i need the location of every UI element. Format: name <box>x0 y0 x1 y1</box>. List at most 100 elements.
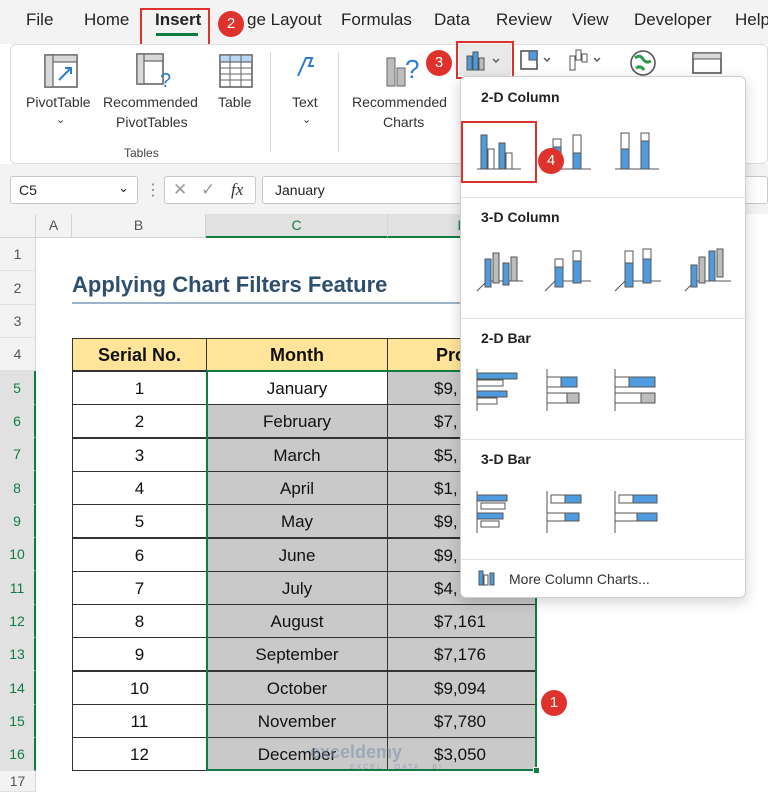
month-cell[interactable]: May <box>206 504 388 539</box>
row-header[interactable]: 1 <box>0 238 36 271</box>
clustered-bar-icon[interactable] <box>475 367 525 413</box>
month-cell[interactable]: April <box>206 470 388 505</box>
row-header[interactable]: 12 <box>0 605 36 638</box>
row-header[interactable]: 16 <box>0 738 36 771</box>
month-cell[interactable]: February <box>206 404 388 439</box>
month-cell[interactable]: October <box>206 670 388 705</box>
row-header[interactable]: 11 <box>0 571 36 605</box>
recommended-charts-icon[interactable]: ? <box>383 48 427 90</box>
recommended-pivot-label-2[interactable]: PivotTables <box>116 112 188 132</box>
row-header[interactable]: 14 <box>0 671 36 705</box>
serial-cell[interactable]: 12 <box>72 737 207 772</box>
svg-text:?: ? <box>160 70 171 90</box>
fill-handle[interactable] <box>533 767 540 774</box>
name-box-chevron-icon[interactable]: ⌄ <box>118 180 129 196</box>
stacked-bar-icon[interactable] <box>545 367 595 413</box>
3d-stacked-100-column-icon[interactable] <box>613 245 663 295</box>
serial-cell[interactable]: 11 <box>72 704 207 738</box>
month-cell[interactable]: August <box>206 604 388 639</box>
recommended-pivot-icon[interactable]: ? <box>134 50 174 90</box>
pivot-table-icon[interactable] <box>42 52 80 90</box>
column-header-a[interactable]: A <box>36 214 72 238</box>
3d-stacked-bar-icon[interactable] <box>543 487 595 535</box>
row-header[interactable]: 10 <box>0 538 36 571</box>
row-header[interactable]: 5 <box>0 371 36 405</box>
menu-view[interactable]: View <box>572 10 609 30</box>
serial-cell[interactable]: 9 <box>72 637 207 672</box>
pivot-chart-icon[interactable] <box>690 50 724 76</box>
serial-cell[interactable]: 5 <box>72 504 207 539</box>
profit-cell[interactable]: $7,176 <box>387 637 537 672</box>
menu-page-layout[interactable]: ge Layout <box>247 10 322 30</box>
3d-clustered-bar-icon[interactable] <box>473 487 525 535</box>
menu-help[interactable]: Help <box>735 10 768 30</box>
profit-cell[interactable]: $9,094 <box>387 670 537 705</box>
month-cell[interactable]: July <box>206 570 388 605</box>
serial-cell[interactable]: 1 <box>72 371 207 405</box>
column-header-b[interactable]: B <box>72 214 206 238</box>
serial-cell[interactable]: 8 <box>72 604 207 639</box>
table-icon[interactable] <box>217 52 255 90</box>
hierarchy-chart-icon[interactable] <box>518 48 558 72</box>
serial-cell[interactable]: 10 <box>72 670 207 705</box>
3d-column-icon[interactable] <box>683 245 733 295</box>
more-column-charts-link[interactable]: More Column Charts... <box>509 571 650 587</box>
month-cell[interactable]: September <box>206 637 388 672</box>
3d-clustered-column-icon[interactable] <box>475 245 525 295</box>
insert-tab-highlight <box>140 8 210 46</box>
text-icon[interactable] <box>294 54 318 80</box>
column-header-c[interactable]: C <box>206 214 388 238</box>
serial-cell[interactable]: 7 <box>72 570 207 605</box>
serial-cell[interactable]: 2 <box>72 404 207 439</box>
3d-stacked-100-bar-icon[interactable] <box>611 487 663 535</box>
enter-icon[interactable]: ✓ <box>201 180 215 200</box>
table-label[interactable]: Table <box>218 92 251 112</box>
stacked-100-bar-icon[interactable] <box>613 367 663 413</box>
row-header[interactable]: 13 <box>0 638 36 671</box>
serial-cell[interactable]: 6 <box>72 537 207 572</box>
stacked-100-column-icon[interactable] <box>613 129 661 173</box>
row-header[interactable]: 4 <box>0 338 36 371</box>
dropdown-divider <box>461 559 747 560</box>
row-header[interactable]: 3 <box>0 305 36 338</box>
profit-cell[interactable]: $7,780 <box>387 704 537 738</box>
row-header[interactable]: 7 <box>0 438 36 471</box>
row-header[interactable]: 9 <box>0 505 36 538</box>
3d-stacked-column-icon[interactable] <box>543 245 593 295</box>
cancel-icon[interactable]: ✕ <box>173 180 187 200</box>
menu-developer[interactable]: Developer <box>634 10 712 30</box>
serial-cell[interactable]: 3 <box>72 437 207 472</box>
serial-cell[interactable]: 4 <box>72 470 207 505</box>
month-cell[interactable]: November <box>206 704 388 738</box>
menu-formulas[interactable]: Formulas <box>341 10 412 30</box>
month-cell[interactable]: March <box>206 437 388 472</box>
title-underline <box>72 302 472 304</box>
menu-data[interactable]: Data <box>434 10 470 30</box>
month-cell[interactable]: January <box>206 371 388 405</box>
menu-review[interactable]: Review <box>496 10 552 30</box>
text-chevron-icon[interactable]: ⌄ <box>302 110 311 130</box>
row-header[interactable]: 17 <box>0 771 36 792</box>
row-header[interactable]: 15 <box>0 705 36 738</box>
select-all-corner[interactable] <box>0 214 36 238</box>
column-chart-dropdown: 2-D Column 3-D Column 2-D Bar 3-D Bar Mo… <box>460 76 747 598</box>
waterfall-chart-icon[interactable] <box>566 46 606 74</box>
row-header[interactable]: 6 <box>0 405 36 438</box>
menu-file[interactable]: File <box>26 10 53 30</box>
pivot-table-label[interactable]: PivotTable <box>26 92 91 112</box>
profit-cell[interactable]: $7,161 <box>387 604 537 639</box>
fx-button[interactable]: fx <box>231 180 243 200</box>
recommended-charts-label-2[interactable]: Charts <box>383 112 424 132</box>
month-cell[interactable]: June <box>206 537 388 572</box>
recommended-pivot-label-1[interactable]: Recommended <box>103 92 198 112</box>
menu-home[interactable]: Home <box>84 10 129 30</box>
text-label[interactable]: Text <box>292 92 318 112</box>
dropdown-divider <box>461 439 747 440</box>
row-header[interactable]: 2 <box>0 271 36 305</box>
clustered-column-icon[interactable] <box>475 129 523 173</box>
maps-icon[interactable] <box>626 48 660 78</box>
recommended-charts-label-1[interactable]: Recommended <box>352 92 447 112</box>
pivot-table-chevron-icon[interactable]: ⌄ <box>56 110 65 130</box>
name-box[interactable]: C5 ⌄ <box>10 176 138 204</box>
row-header[interactable]: 8 <box>0 471 36 505</box>
